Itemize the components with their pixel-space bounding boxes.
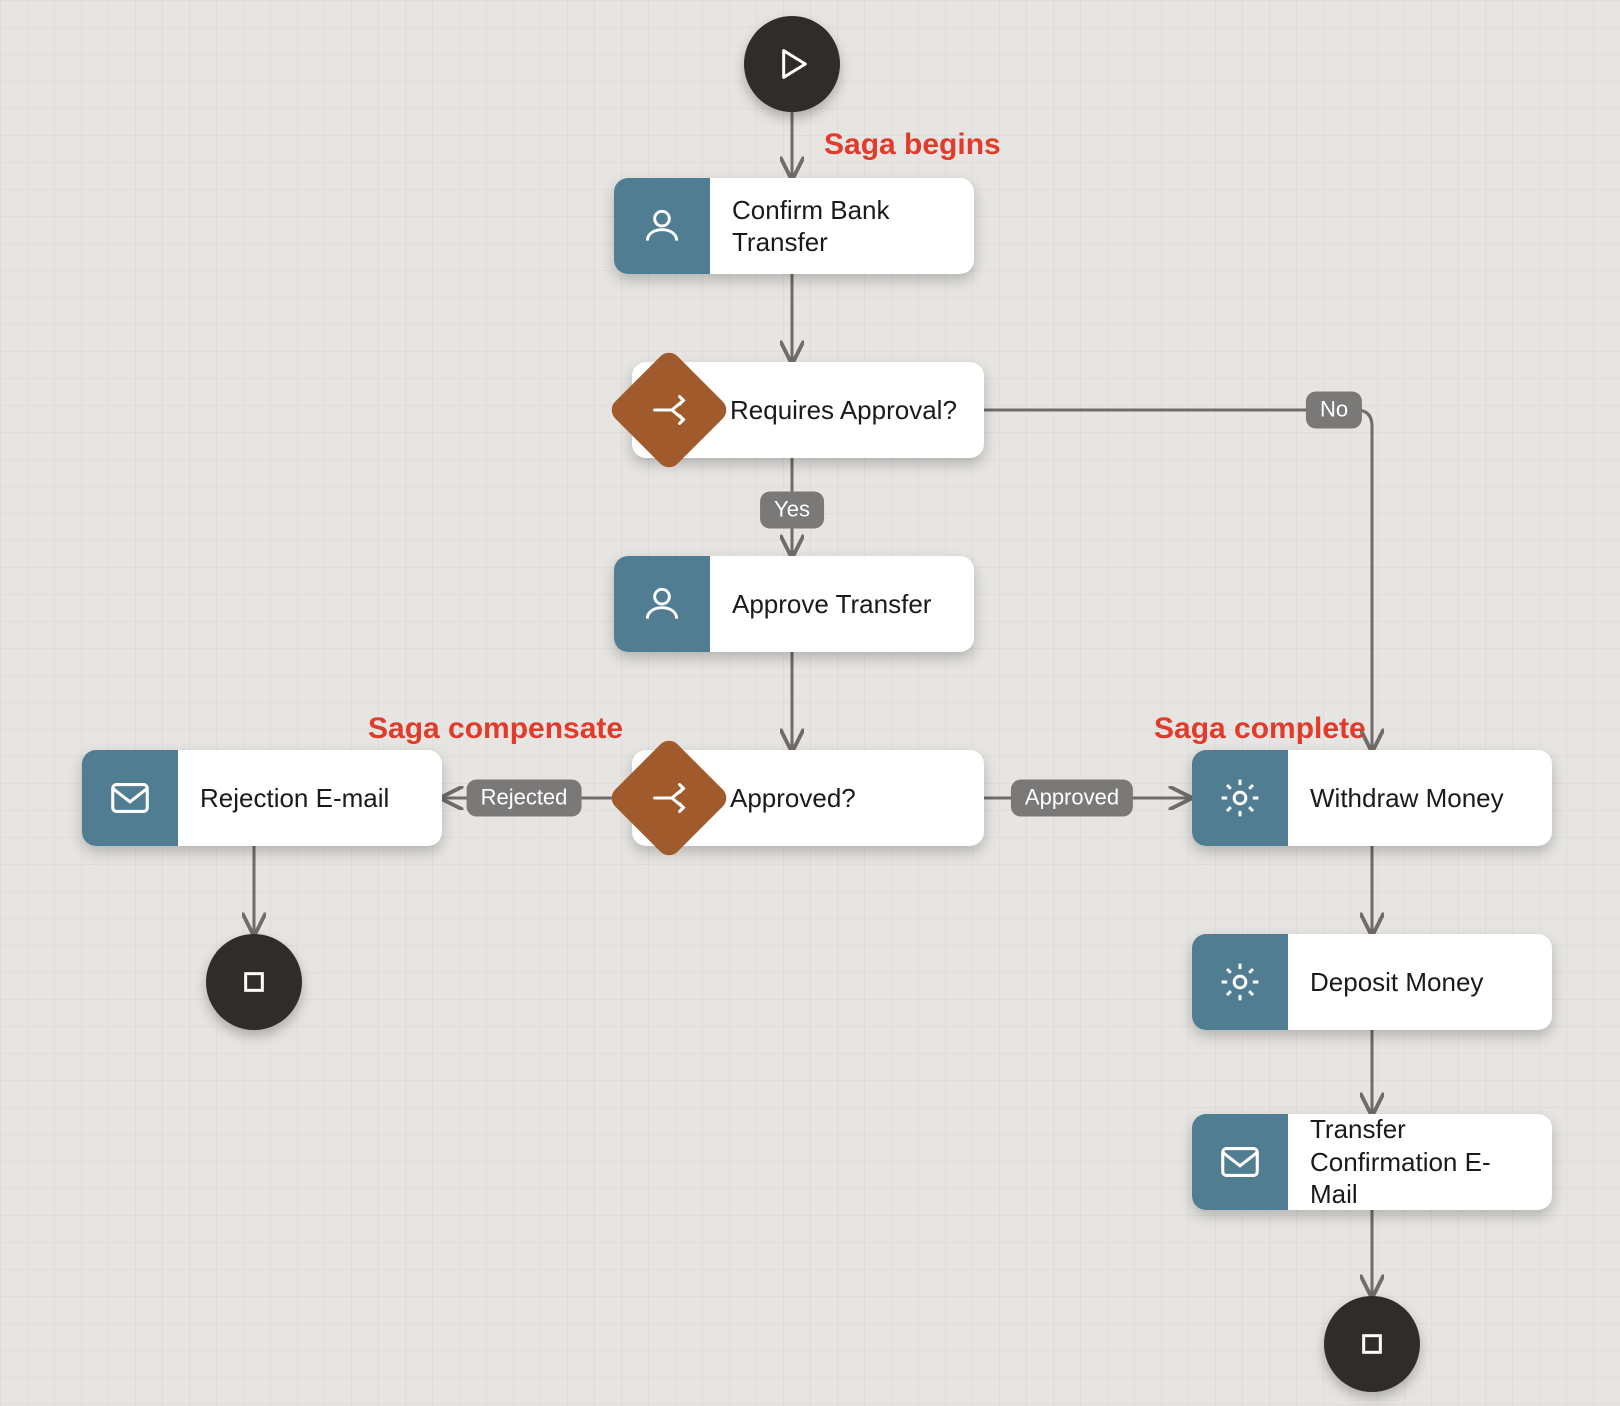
edge-requires-no <box>966 410 1372 750</box>
node-label: Rejection E-mail <box>178 750 442 846</box>
gear-icon <box>1192 934 1288 1030</box>
node-confirm-bank-transfer[interactable]: Confirm Bank Transfer <box>614 178 974 274</box>
node-label: Deposit Money <box>1288 934 1552 1030</box>
play-icon <box>772 44 812 84</box>
user-icon <box>614 556 710 652</box>
mail-icon <box>82 750 178 846</box>
annotation-saga-complete: Saga complete <box>1154 712 1366 746</box>
node-deposit-money[interactable]: Deposit Money <box>1192 934 1552 1030</box>
mail-icon <box>1192 1114 1288 1210</box>
gear-icon <box>1192 750 1288 846</box>
user-icon <box>614 178 710 274</box>
node-label: Approved? <box>726 750 984 846</box>
node-rejection-email[interactable]: Rejection E-mail <box>82 750 442 846</box>
start-node[interactable] <box>744 16 840 112</box>
end-node-reject[interactable] <box>206 934 302 1030</box>
node-label: Transfer Confirmation E-Mail <box>1288 1114 1552 1210</box>
node-approve-transfer[interactable]: Approve Transfer <box>614 556 974 652</box>
edge-label-no: No <box>1306 392 1362 429</box>
end-node-success[interactable] <box>1324 1296 1420 1392</box>
stop-icon <box>1352 1324 1392 1364</box>
stop-icon <box>234 962 274 1002</box>
edge-label-rejected: Rejected <box>467 780 582 817</box>
node-label: Confirm Bank Transfer <box>710 178 974 274</box>
node-withdraw-money[interactable]: Withdraw Money <box>1192 750 1552 846</box>
edge-label-yes: Yes <box>760 492 824 529</box>
annotation-saga-begins: Saga begins <box>824 128 1001 162</box>
annotation-saga-compensate: Saga compensate <box>368 712 623 746</box>
node-requires-approval[interactable]: Requires Approval? <box>632 362 984 458</box>
branch-icon <box>614 750 726 846</box>
node-label: Approve Transfer <box>710 556 974 652</box>
workflow-canvas[interactable]: { "nodes": { "start": { "kind":"start", … <box>0 0 1620 1406</box>
edge-label-approved: Approved <box>1011 780 1133 817</box>
node-confirmation-email[interactable]: Transfer Confirmation E-Mail <box>1192 1114 1552 1210</box>
node-label: Requires Approval? <box>726 362 984 458</box>
node-label: Withdraw Money <box>1288 750 1552 846</box>
branch-icon <box>614 362 726 458</box>
node-approved[interactable]: Approved? <box>632 750 984 846</box>
